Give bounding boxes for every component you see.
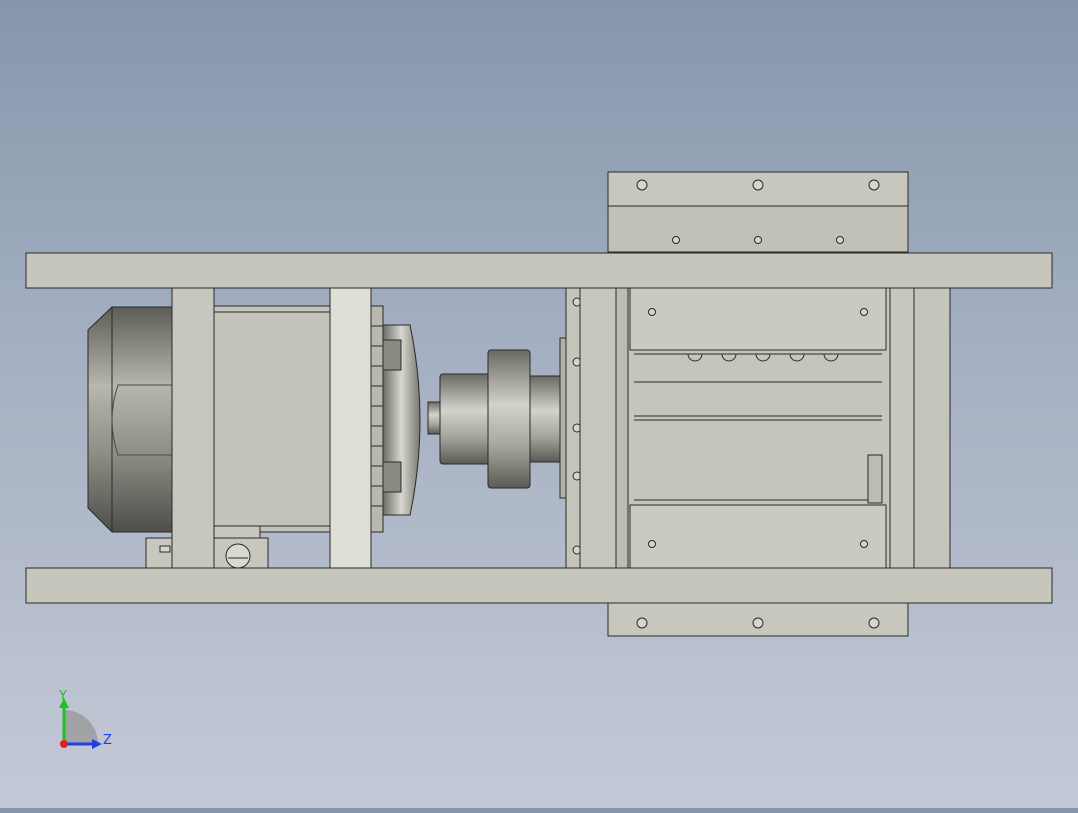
bottom-mount-flange	[607, 602, 909, 637]
motor-fan-cover	[87, 306, 173, 533]
cad-viewport[interactable]: Y Z	[0, 0, 1078, 808]
top-mount-flange	[607, 171, 909, 253]
motor-flange-ribs	[370, 305, 421, 533]
motor-body	[213, 305, 331, 541]
x-axis-dot	[60, 740, 68, 748]
bearing-plate	[559, 287, 582, 569]
model-view[interactable]	[0, 0, 1078, 808]
shaft-coupling	[427, 349, 561, 489]
y-axis-label: Y	[58, 689, 67, 704]
z-axis-label: Z	[103, 733, 112, 748]
gearbox-housing	[579, 287, 951, 569]
triad-quadrant	[64, 710, 98, 744]
view-orientation-triad[interactable]: Y Z	[40, 680, 130, 760]
